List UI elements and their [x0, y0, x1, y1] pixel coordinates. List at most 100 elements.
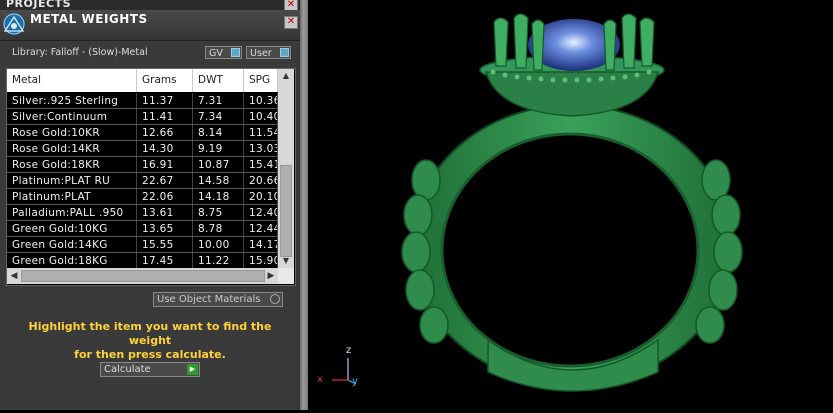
- cell-grams: 13.61: [137, 205, 193, 221]
- cell-spg: 12.44: [244, 221, 278, 237]
- table-row[interactable]: Platinum:PLAT 22.06 14.18 20.10: [7, 189, 278, 205]
- column-header-grams[interactable]: Grams: [137, 69, 193, 92]
- metal-weights-title: METAL WEIGHTS: [30, 12, 148, 26]
- cell-spg: 13.03: [244, 141, 278, 157]
- ring-model: [401, 13, 743, 392]
- metal-weights-titlebar: METAL WEIGHTS ✕: [0, 10, 300, 41]
- cell-spg: 20.66: [244, 173, 278, 189]
- scroll-left-icon[interactable]: ◀: [7, 268, 21, 284]
- axis-z-label: z: [346, 345, 352, 356]
- cell-dwt: 14.58: [193, 173, 244, 189]
- cell-grams: 13.65: [137, 221, 193, 237]
- use-object-materials-label: Use Object Materials: [157, 294, 261, 305]
- scroll-down-icon[interactable]: ▼: [278, 254, 294, 268]
- table-row[interactable]: Green Gold:18KG 17.45 11.22 15.90: [7, 253, 278, 269]
- horizontal-scroll-thumb[interactable]: [21, 270, 265, 282]
- vertical-scroll-thumb[interactable]: [280, 165, 292, 257]
- cell-spg: 20.10: [244, 189, 278, 205]
- table-row[interactable]: Rose Gold:10KR 12.66 8.14 11.54: [7, 125, 278, 141]
- cell-metal: Green Gold:14KG: [7, 237, 137, 253]
- gv-toggle-label: GV: [209, 48, 223, 59]
- cell-grams: 15.55: [137, 237, 193, 253]
- cell-spg: 10.36: [244, 93, 278, 109]
- ring-head: [479, 13, 665, 117]
- table-vertical-scrollbar[interactable]: ▲ ▼: [278, 69, 294, 268]
- cell-spg: 11.54: [244, 125, 278, 141]
- cell-spg: 15.90: [244, 253, 278, 269]
- scroll-up-icon[interactable]: ▲: [278, 69, 294, 83]
- cell-dwt: 8.78: [193, 221, 244, 237]
- cell-grams: 11.37: [137, 93, 193, 109]
- cell-grams: 22.06: [137, 189, 193, 205]
- calculate-button[interactable]: Calculate ▶: [100, 362, 200, 377]
- panel-splitter[interactable]: [300, 0, 308, 410]
- radio-button-icon[interactable]: [270, 294, 280, 304]
- cell-spg: 10.40: [244, 109, 278, 125]
- cell-grams: 17.45: [137, 253, 193, 269]
- cell-metal: Rose Gold:14KR: [7, 141, 137, 157]
- cell-dwt: 8.14: [193, 125, 244, 141]
- column-header-dwt[interactable]: DWT: [193, 69, 244, 92]
- metal-weights-table: Metal Grams DWT SPG Silver:.925 Sterling…: [6, 68, 296, 286]
- 3d-viewport[interactable]: z x y: [308, 0, 833, 410]
- cell-spg: 15.41: [244, 157, 278, 173]
- table-row[interactable]: Palladium:PALL .950 13.61 8.75 12.40: [7, 205, 278, 221]
- cell-dwt: 8.75: [193, 205, 244, 221]
- cell-grams: 11.41: [137, 109, 193, 125]
- cell-grams: 22.67: [137, 173, 193, 189]
- table-header: Metal Grams DWT SPG: [7, 69, 278, 92]
- cell-dwt: 10.00: [193, 237, 244, 253]
- cell-grams: 14.30: [137, 141, 193, 157]
- cell-metal: Palladium:PALL .950: [7, 205, 137, 221]
- cell-metal: Silver:Continuum: [7, 109, 137, 125]
- user-toggle[interactable]: User: [246, 46, 291, 59]
- scrollbar-corner: [278, 268, 294, 284]
- instruction-text: Highlight the item you want to find the …: [10, 320, 290, 362]
- cell-grams: 16.91: [137, 157, 193, 173]
- gv-toggle[interactable]: GV: [205, 46, 242, 59]
- cell-metal: Green Gold:10KG: [7, 221, 137, 237]
- cell-dwt: 14.18: [193, 189, 244, 205]
- metal-weights-panel: PROJECTS ✕ METAL WEIGHTS ✕ Library: Fall…: [0, 0, 300, 410]
- library-label: Library: Falloff - (Slow)-Metal: [12, 47, 148, 58]
- instruction-line-2: for then press calculate.: [74, 348, 226, 361]
- projects-title: PROJECTS: [6, 0, 71, 10]
- ring-band: [401, 104, 743, 392]
- cell-dwt: 11.22: [193, 253, 244, 269]
- cell-metal: Green Gold:18KG: [7, 253, 137, 269]
- scroll-right-icon[interactable]: ▶: [264, 268, 278, 284]
- user-toggle-label: User: [250, 48, 272, 59]
- table-row[interactable]: Platinum:PLAT RU 22.67 14.58 20.66: [7, 173, 278, 189]
- cell-metal: Platinum:PLAT: [7, 189, 137, 205]
- cell-metal: Platinum:PLAT RU: [7, 173, 137, 189]
- table-row[interactable]: Rose Gold:14KR 14.30 9.19 13.03: [7, 141, 278, 157]
- table-row[interactable]: Rose Gold:18KR 16.91 10.87 15.41: [7, 157, 278, 173]
- cell-metal: Rose Gold:18KR: [7, 157, 137, 173]
- use-object-materials-option[interactable]: Use Object Materials: [153, 292, 283, 307]
- cell-dwt: 10.87: [193, 157, 244, 173]
- play-arrow-icon: ▶: [187, 364, 198, 375]
- axis-x-label: x: [317, 374, 323, 385]
- cell-spg: 12.40: [244, 205, 278, 221]
- table-row[interactable]: Silver:.925 Sterling 11.37 7.31 10.36: [7, 93, 278, 109]
- close-metal-weights-button[interactable]: ✕: [284, 16, 298, 29]
- cell-grams: 12.66: [137, 125, 193, 141]
- table-row[interactable]: Green Gold:10KG 13.65 8.78 12.44: [7, 221, 278, 237]
- axis-y-label: y: [352, 376, 358, 387]
- metal-weights-logo-icon: [3, 13, 25, 35]
- cell-metal: Silver:.925 Sterling: [7, 93, 137, 109]
- table-row[interactable]: Silver:Continuum 11.41 7.34 10.40: [7, 109, 278, 125]
- user-toggle-knob-icon: [280, 48, 289, 57]
- cell-dwt: 7.34: [193, 109, 244, 125]
- cell-dwt: 9.19: [193, 141, 244, 157]
- table-row[interactable]: Green Gold:14KG 15.55 10.00 14.17: [7, 237, 278, 253]
- cell-dwt: 7.31: [193, 93, 244, 109]
- column-header-metal[interactable]: Metal: [7, 69, 137, 92]
- instruction-line-1: Highlight the item you want to find the …: [28, 320, 272, 347]
- gv-toggle-knob-icon: [231, 48, 240, 57]
- column-header-spg[interactable]: SPG: [244, 69, 278, 92]
- cell-spg: 14.17: [244, 237, 278, 253]
- calculate-label: Calculate: [104, 364, 151, 375]
- cell-metal: Rose Gold:10KR: [7, 125, 137, 141]
- table-horizontal-scrollbar[interactable]: ◀ ▶: [7, 268, 278, 284]
